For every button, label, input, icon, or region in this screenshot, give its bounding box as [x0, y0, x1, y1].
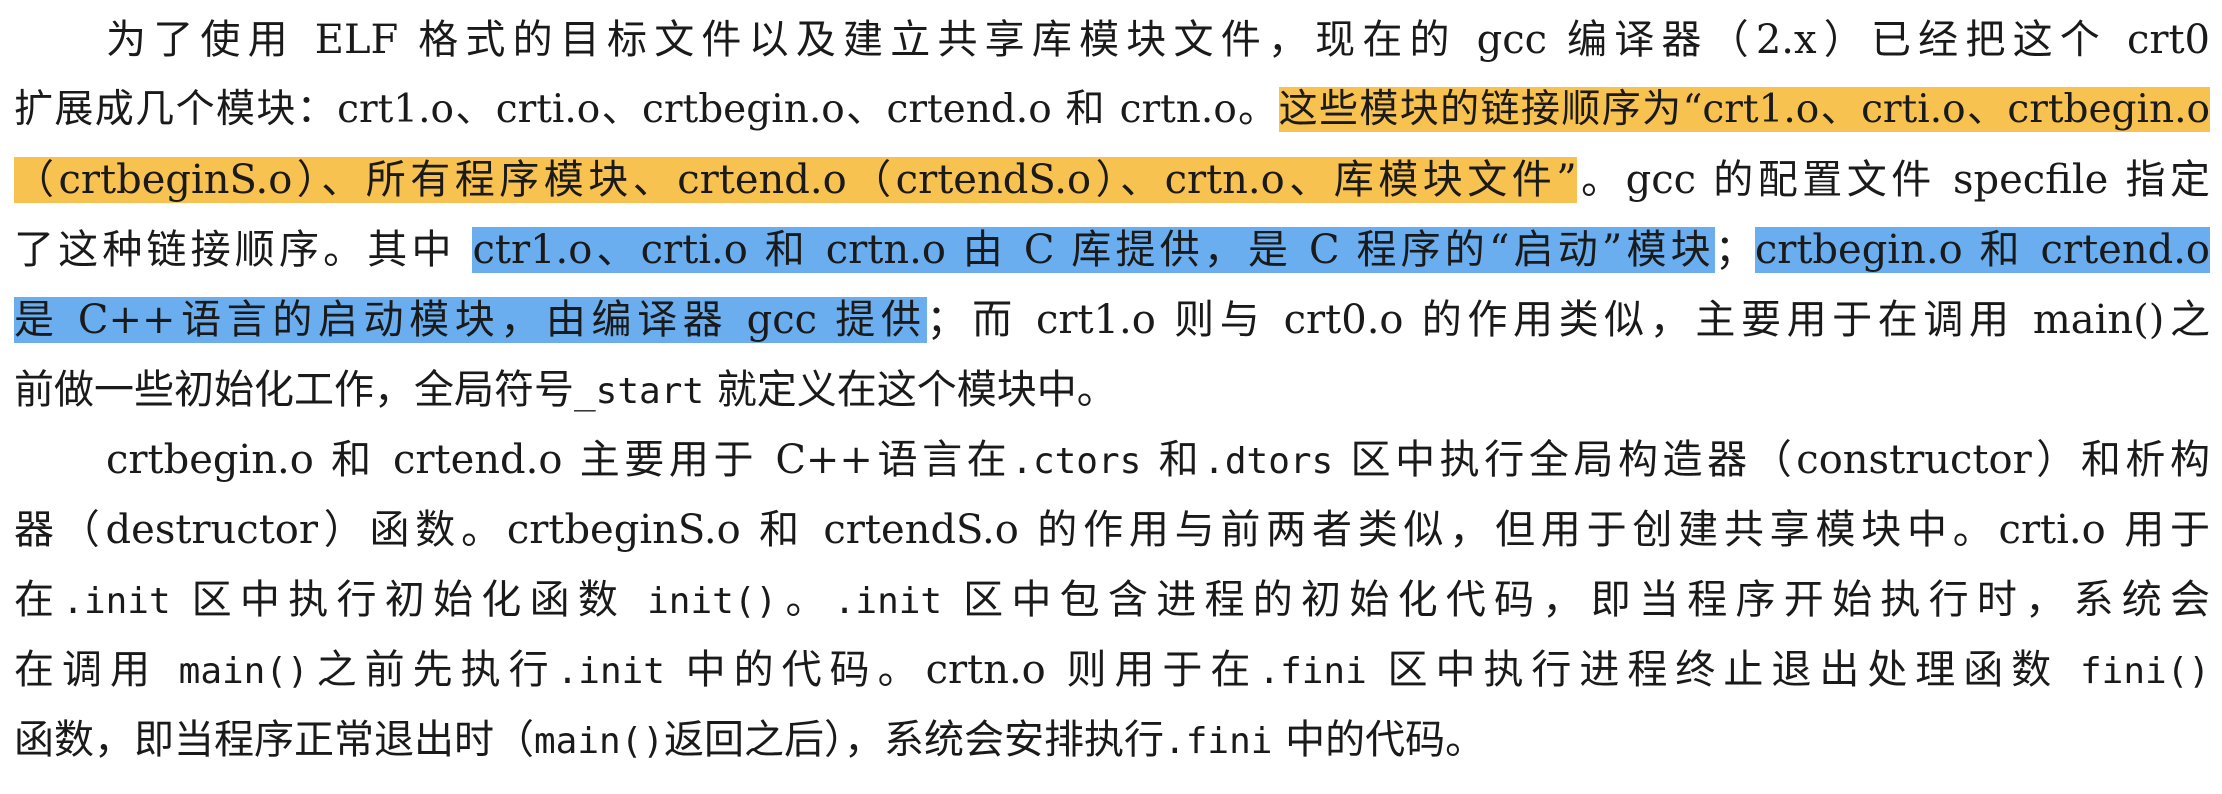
text-run: 。gcc 的配置文件 specfile 指定	[1576, 157, 2211, 203]
text-run: 区中包含进程的初始化代码，即当程序开始执行时，系统会	[942, 577, 2211, 623]
code-symbol: .init	[833, 581, 943, 622]
text-run: 中的代码。crtn.o 则用于在	[664, 647, 1259, 693]
text-line: （crtbeginS.o）、所有程序模块、crtend.o（crtendS.o）…	[14, 145, 2210, 215]
text-run: 为了使用 ELF 格式的目标文件以及建立共享库模块文件，现在的 gcc 编译器（…	[106, 17, 2210, 63]
text-line: 扩展成几个模块：crt1.o、crti.o、crtbegin.o、crtend.…	[14, 75, 2210, 145]
orange-highlight: （crtbeginS.o）、所有程序模块、crtend.o（crtendS.o）…	[14, 157, 1577, 203]
code-symbol: .dtors	[1203, 441, 1334, 482]
text-run: 扩展成几个模块：crt1.o、crti.o、crtbegin.o、crtend.…	[14, 87, 1279, 132]
orange-highlight: 这些模块的链接顺序为“crt1.o、crti.o、crtbegin.o	[1278, 87, 2210, 132]
text-line: 在调用 main()之前先执行.init 中的代码。crtn.o 则用于在.fi…	[14, 635, 2210, 705]
text-line: 了这种链接顺序。其中 ctr1.o、crti.o 和 crtn.o 由 C 库提…	[14, 215, 2210, 285]
text-line: 为了使用 ELF 格式的目标文件以及建立共享库模块文件，现在的 gcc 编译器（…	[106, 5, 2210, 75]
text-run: 区中执行初始化函数	[170, 577, 648, 623]
text-line: 器（destructor）函数。crtbeginS.o 和 crtendS.o …	[14, 495, 2210, 565]
text-line: 在.init 区中执行初始化函数 init()。.init 区中包含进程的初始化…	[14, 565, 2210, 635]
code-symbol: fini()	[2079, 651, 2211, 692]
text-run: 。	[777, 577, 834, 623]
text-run: 在	[14, 577, 63, 623]
text-run: 前做一些初始化工作，全局符号	[14, 367, 574, 413]
text-run: 函数，即当程序正常退出时（	[14, 717, 534, 763]
text-run: 区中执行进程终止退出处理函数	[1366, 647, 2080, 693]
code-symbol: .init	[556, 651, 665, 692]
text-run: 区中执行全局构造器（constructor）和析构	[1333, 437, 2211, 483]
text-run: 返回之后），系统会安排执行	[664, 717, 1165, 763]
text-run: ；而 crt1.o 则与 crt0.o 的作用类似，主要用于在调用 main()…	[926, 297, 2211, 343]
text-run: ；	[1714, 227, 1755, 273]
text-run: 在调用	[14, 647, 179, 693]
code-symbol: .fini	[1258, 651, 1367, 692]
blue-highlight: ctr1.o、crti.o 和 crtn.o 由 C 库提供，是 C 程序的“启…	[472, 227, 1715, 273]
code-symbol: main()	[178, 651, 309, 692]
text-run: 了这种链接顺序。其中	[14, 227, 473, 273]
text-line: 函数，即当程序正常退出时（main()返回之后），系统会安排执行.fini 中的…	[14, 705, 1485, 775]
code-symbol: .fini	[1164, 721, 1273, 762]
text-run: 之前先执行	[308, 647, 557, 693]
text-line: 前做一些初始化工作，全局符号_start 就定义在这个模块中。	[14, 355, 1117, 425]
code-symbol: _start	[574, 371, 705, 412]
code-symbol: .ctors	[1011, 441, 1142, 482]
code-symbol: .init	[62, 581, 171, 622]
text-run: 就定义在这个模块中。	[704, 367, 1117, 413]
blue-highlight: crtbegin.o 和 crtend.o	[1754, 227, 2210, 273]
blue-highlight: 是 C++语言的启动模块，由编译器 gcc 提供	[14, 297, 927, 343]
code-symbol: init()	[647, 581, 778, 622]
text-line: 是 C++语言的启动模块，由编译器 gcc 提供；而 crt1.o 则与 crt…	[14, 285, 2210, 355]
text-run: crtbegin.o 和 crtend.o 主要用于 C++语言在	[106, 437, 1012, 483]
code-symbol: main()	[534, 721, 665, 762]
text-run: 器（destructor）函数。crtbeginS.o 和 crtendS.o …	[14, 507, 2210, 553]
text-run: 中的代码。	[1272, 717, 1486, 763]
text-line: crtbegin.o 和 crtend.o 主要用于 C++语言在.ctors …	[106, 425, 2210, 495]
text-run: 和	[1141, 437, 1204, 483]
